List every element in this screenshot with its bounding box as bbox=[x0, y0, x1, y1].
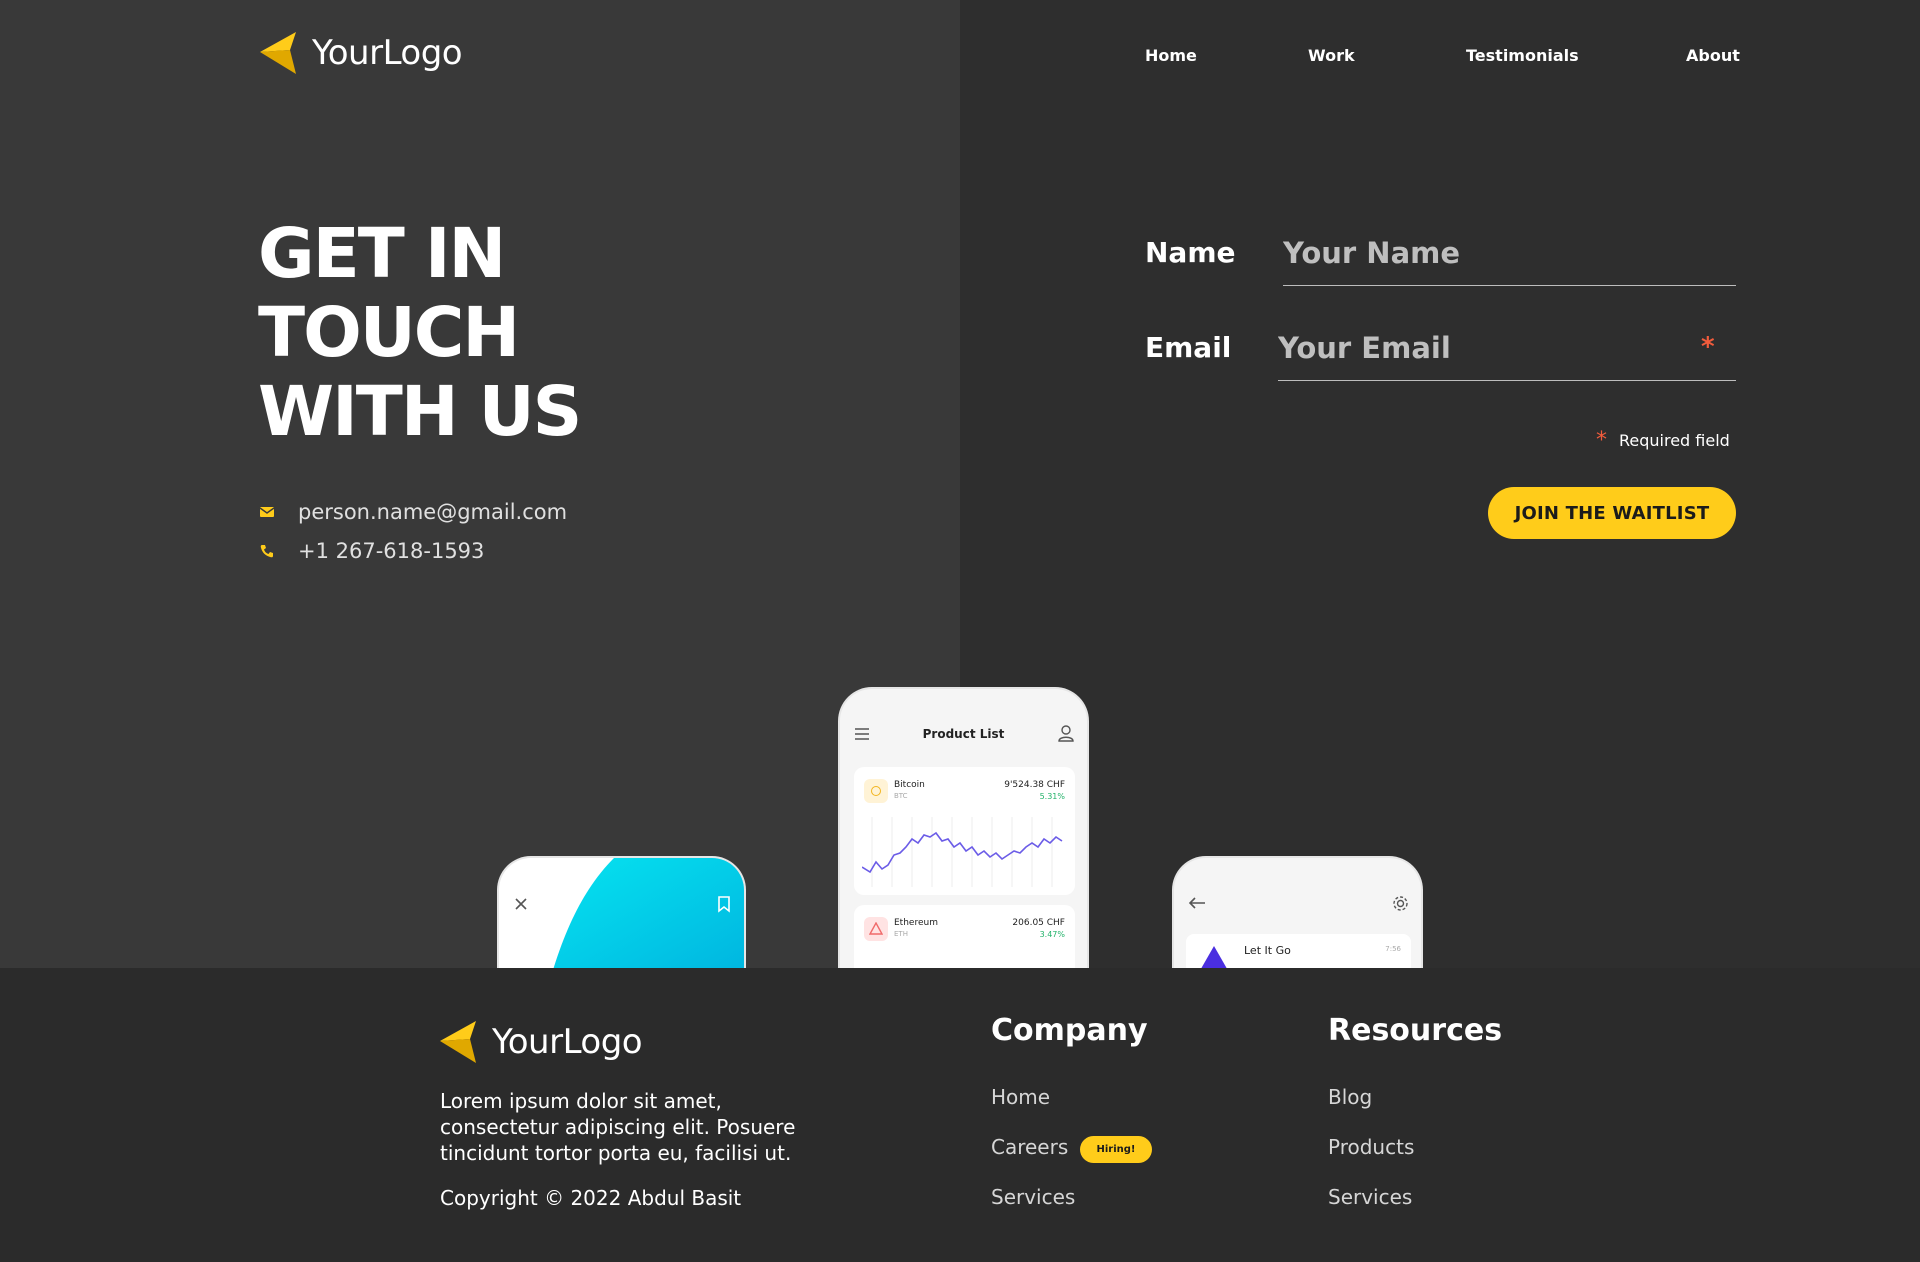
coin-name: Ethereum bbox=[894, 918, 938, 928]
gear-icon bbox=[1393, 896, 1408, 911]
coin-price: 206.05 CHF bbox=[1012, 918, 1065, 928]
contact-phone[interactable]: +1 267-618-1593 bbox=[260, 539, 484, 563]
coin-symbol: ETH bbox=[894, 930, 908, 938]
coin-symbol: BTC bbox=[894, 792, 908, 800]
footer-company-title: Company bbox=[991, 1013, 1148, 1048]
phone-mockup-right: Let It Go 7:56 bbox=[1172, 856, 1423, 968]
contact-phone-text: +1 267-618-1593 bbox=[298, 539, 485, 563]
album-art bbox=[1201, 946, 1227, 968]
track-title: Let It Go bbox=[1244, 944, 1291, 957]
footer-link-blog[interactable]: Blog bbox=[1328, 1085, 1372, 1109]
required-star: * bbox=[1701, 332, 1715, 362]
footer-logo[interactable]: YourLogo bbox=[440, 1019, 643, 1065]
footer bbox=[0, 968, 1920, 1262]
footer-link-services[interactable]: Services bbox=[991, 1185, 1075, 1209]
footer-link-products[interactable]: Products bbox=[1328, 1135, 1414, 1159]
required-star: * bbox=[1596, 428, 1607, 453]
logo-icon bbox=[440, 1021, 476, 1063]
required-note-text: Required field bbox=[1619, 431, 1730, 450]
join-waitlist-button[interactable]: JOIN THE WAITLIST bbox=[1488, 487, 1736, 539]
hiring-badge: Hiring! bbox=[1080, 1136, 1152, 1163]
name-label: Name bbox=[1145, 236, 1236, 269]
nav-work[interactable]: Work bbox=[1308, 46, 1355, 65]
product-list-title: Product List bbox=[922, 727, 1005, 741]
footer-link-careers[interactable]: Careers bbox=[991, 1135, 1068, 1159]
price-sparkline bbox=[862, 817, 1063, 887]
coin-change: 5.31% bbox=[1039, 792, 1065, 801]
phone-icon bbox=[260, 545, 273, 558]
footer-description: Lorem ipsum dolor sit amet, consectetur … bbox=[440, 1089, 796, 1165]
hero-right-panel bbox=[960, 0, 1920, 968]
track-duration: 7:56 bbox=[1385, 945, 1401, 953]
footer-link-services-resources[interactable]: Services bbox=[1328, 1185, 1412, 1209]
phone-mockup-center: Product List Bitcoin BTC 9'524.38 CHF 5.… bbox=[838, 687, 1089, 968]
hero-title-line: GET IN bbox=[258, 214, 506, 294]
user-icon bbox=[1058, 725, 1074, 742]
header-logo[interactable]: YourLogo bbox=[260, 30, 463, 76]
bitcoin-icon bbox=[864, 779, 888, 803]
phone-mockup-left bbox=[497, 856, 746, 968]
back-arrow-icon bbox=[1188, 897, 1205, 909]
coin-change: 3.47% bbox=[1039, 930, 1065, 939]
footer-link-home[interactable]: Home bbox=[991, 1085, 1050, 1109]
logo-text: YourLogo bbox=[312, 33, 463, 73]
coin-name: Bitcoin bbox=[894, 780, 925, 790]
coin-card-bitcoin: Bitcoin BTC 9'524.38 CHF 5.31% bbox=[854, 767, 1075, 895]
hero-title-line: TOUCH bbox=[258, 293, 520, 373]
nav-home[interactable]: Home bbox=[1145, 46, 1197, 65]
coin-card-ethereum: Ethereum ETH 206.05 CHF 3.47% bbox=[854, 905, 1075, 968]
required-note: * Required field bbox=[1596, 428, 1730, 453]
hero-left-panel bbox=[0, 0, 960, 968]
ethereum-icon bbox=[864, 917, 888, 941]
contact-email-text: person.name@gmail.com bbox=[298, 500, 568, 524]
name-input[interactable] bbox=[1283, 232, 1736, 286]
mail-icon bbox=[260, 507, 274, 517]
logo-icon bbox=[260, 32, 296, 74]
contact-email[interactable]: person.name@gmail.com bbox=[260, 500, 567, 524]
hero-title: GET IN TOUCH WITH US bbox=[258, 214, 582, 452]
nav-about[interactable]: About bbox=[1686, 46, 1740, 65]
email-label: Email bbox=[1145, 331, 1232, 364]
track-row: Let It Go 7:56 bbox=[1186, 934, 1411, 968]
footer-resources-title: Resources bbox=[1328, 1013, 1503, 1048]
email-input[interactable] bbox=[1278, 327, 1736, 381]
coin-price: 9'524.38 CHF bbox=[1004, 780, 1065, 790]
logo-text: YourLogo bbox=[492, 1022, 643, 1062]
close-icon bbox=[515, 898, 527, 910]
gradient-art bbox=[553, 858, 744, 968]
hero-title-line: WITH US bbox=[258, 372, 582, 452]
copyright: Copyright © 2022 Abdul Basit bbox=[440, 1186, 742, 1210]
nav-testimonials[interactable]: Testimonials bbox=[1466, 46, 1579, 65]
bookmark-icon bbox=[718, 896, 730, 913]
